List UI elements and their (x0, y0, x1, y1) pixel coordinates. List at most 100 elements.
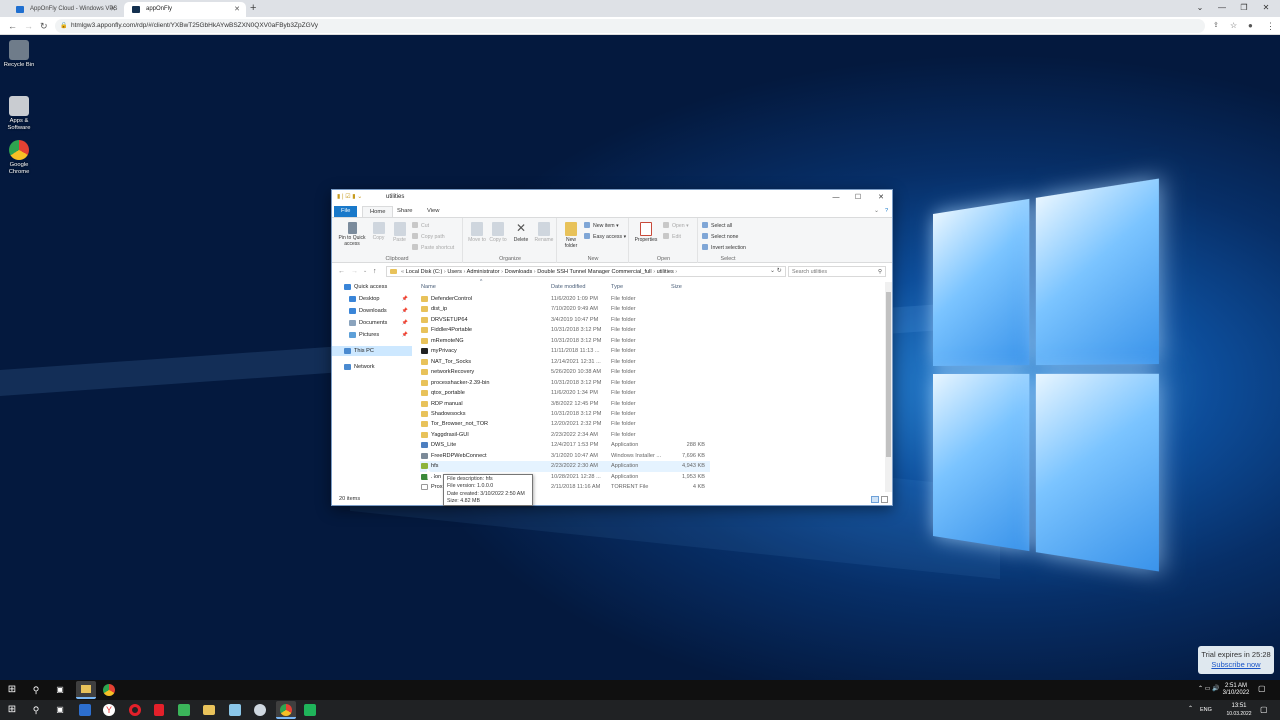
crumb-users[interactable]: Users (447, 269, 462, 275)
refresh-icon[interactable]: ⌄ ↻ (770, 264, 782, 279)
close-window-icon[interactable]: ✕ (1256, 0, 1276, 15)
tab-view[interactable]: View (420, 206, 446, 217)
column-header-date[interactable]: Date modified (551, 282, 586, 292)
file-row[interactable]: Yaggdrasil-GUI 2/23/2022 2:34 AM File fold… (420, 430, 710, 441)
chrome-taskbar-icon[interactable] (103, 684, 115, 696)
system-tray-icons[interactable]: ⌃ ▭ 🔊 (1198, 686, 1220, 693)
app-icon[interactable] (304, 704, 316, 716)
file-row[interactable]: DWS_Lite 12/4/2017 1:53 PM Application 288 … (420, 440, 710, 451)
share-icon[interactable]: ⇪ (1213, 18, 1219, 34)
minimize-icon[interactable]: — (1212, 0, 1232, 15)
browser-tab-apponfly[interactable]: appOnFly ✕ (124, 2, 246, 17)
file-row[interactable]: FreeRDPWebConnect 3/1/2020 10:47 AM Window… (420, 451, 710, 462)
scrollbar-thumb[interactable] (886, 292, 891, 457)
back-icon[interactable]: ← (8, 18, 17, 34)
recycle-bin-desktop-icon[interactable]: Recycle Bin (2, 40, 36, 69)
profile-icon[interactable]: ● (1248, 18, 1253, 34)
nav-item-desktop[interactable]: Desktop 📌 (332, 294, 412, 304)
chrome-taskbar-icon[interactable] (276, 701, 296, 719)
file-row[interactable]: Fiddler4Portable 10/31/2018 3:12 PM File f… (420, 325, 710, 336)
up-arrow-icon[interactable]: ↑ (373, 264, 377, 279)
start-icon[interactable]: ⊞ (5, 683, 19, 697)
copy-path-button[interactable]: Copy path (412, 233, 445, 241)
new-tab-icon[interactable]: + (250, 0, 256, 17)
tab-search-icon[interactable]: ⌄ (1190, 0, 1210, 15)
invert-selection-button[interactable]: Invert selection (702, 244, 746, 252)
maximize-icon[interactable]: ☐ (847, 190, 869, 205)
subscribe-link[interactable]: Subscribe now (1198, 660, 1274, 670)
vertical-scrollbar[interactable] (885, 282, 892, 492)
search-icon[interactable]: ⚲ (29, 683, 43, 697)
file-explorer-taskbar-icon[interactable] (76, 681, 96, 699)
copy-button[interactable]: Copy (370, 222, 387, 241)
nav-item-this-pc[interactable]: This PC (332, 346, 412, 356)
help-icon[interactable]: ? (878, 206, 895, 217)
new-item-button[interactable]: New item ▾ (584, 222, 619, 230)
file-row[interactable]: networkRecovery 5/26/2020 10:38 AM File fo… (420, 367, 710, 378)
tab-file[interactable]: File (334, 206, 358, 217)
forward-icon[interactable]: → (24, 18, 33, 34)
restore-icon[interactable]: ❐ (1234, 0, 1254, 15)
column-header-size[interactable]: Size (671, 282, 682, 292)
search-input[interactable]: Search utilities ⚲ (788, 266, 886, 277)
back-arrow-icon[interactable]: ← (338, 264, 345, 279)
large-icons-view-icon[interactable] (881, 496, 888, 503)
browser-tab-apponfly-cloud[interactable]: AppOnFly Cloud - Windows VPS ✕ (8, 2, 122, 17)
search-icon[interactable]: ⚲ (29, 703, 43, 717)
opera-icon[interactable] (129, 704, 141, 716)
column-header-type[interactable]: Type (611, 282, 623, 292)
breadcrumb[interactable]: « Local Disk (C:) › Users › Administrato… (386, 266, 786, 277)
file-row[interactable]: myPrivacy 11/11/2018 11:13 ... File folder (420, 346, 710, 357)
close-tab-icon[interactable]: ✕ (110, 2, 116, 17)
folder-icon[interactable] (203, 705, 215, 715)
file-row[interactable]: DRVSETUP64 3/4/2019 10:47 PM File folder (420, 315, 710, 326)
local-clock-date[interactable]: 10.03.2022 (1224, 711, 1254, 718)
crumb-utilities[interactable]: utilities (657, 269, 674, 275)
crumb-downloads[interactable]: Downloads (505, 269, 533, 275)
delete-button[interactable]: ✕ Delete (511, 222, 531, 244)
remote-clock-time[interactable]: 2:51 AM (1222, 683, 1250, 690)
chrome-desktop-icon[interactable]: Google Chrome (2, 140, 36, 176)
file-row[interactable]: NAT_Tor_Socks 12/14/2021 12:31 ... File fo… (420, 357, 710, 368)
file-row[interactable]: dist_ip 7/10/2020 9:49 AM File folder (420, 304, 710, 315)
file-row[interactable]: RDP manual 3/8/2022 12:45 PM File folder (420, 399, 710, 410)
tray-chevron-icon[interactable]: ⌃ (1188, 706, 1193, 713)
menu-icon[interactable]: ⋮ (1266, 18, 1275, 34)
tab-share[interactable]: Share (390, 206, 419, 217)
app-icon[interactable] (178, 704, 190, 716)
bookmark-star-icon[interactable]: ☆ (1230, 18, 1237, 34)
task-view-icon[interactable]: ▣ (53, 703, 67, 717)
reload-icon[interactable]: ↻ (40, 18, 48, 34)
details-view-icon[interactable] (871, 496, 879, 503)
paste-button[interactable]: Paste (390, 222, 409, 243)
local-clock-time[interactable]: 13:51 (1224, 703, 1254, 710)
close-icon[interactable]: ✕ (870, 190, 892, 205)
nav-item-downloads[interactable]: Downloads 📌 (332, 306, 412, 316)
close-tab-icon[interactable]: ✕ (234, 2, 240, 17)
crumb-administrator[interactable]: Administrator (467, 269, 500, 275)
start-icon[interactable]: ⊞ (5, 703, 19, 717)
yandex-icon[interactable]: Y (103, 704, 115, 716)
nav-item-pictures[interactable]: Pictures 📌 (332, 330, 412, 340)
properties-button[interactable]: Properties (632, 222, 660, 243)
column-header-name[interactable]: Name (421, 282, 436, 292)
quick-access-toolbar-icon[interactable]: ▮ | ☑ ▮ ⌄ (337, 193, 362, 200)
file-row[interactable]: hfs 2/23/2022 2:30 AM Application 4,943 KB (420, 461, 710, 472)
new-folder-button[interactable]: New folder (561, 222, 581, 249)
edit-button[interactable]: Edit (663, 233, 681, 241)
open-button[interactable]: Open ▾ (663, 222, 689, 230)
tab-home[interactable]: Home (362, 206, 394, 217)
nav-item-network[interactable]: Network (332, 362, 412, 372)
recent-locations-icon[interactable]: ⌄ (363, 264, 367, 279)
nav-item-quick-access[interactable]: Quick access (332, 282, 412, 292)
crumb-drive[interactable]: Local Disk (C:) (406, 269, 443, 275)
file-row[interactable]: qtox_portable 11/6/2020 1:34 PM File folde… (420, 388, 710, 399)
copy-to-button[interactable]: Copy to (489, 222, 507, 243)
apps-software-desktop-icon[interactable]: Apps & Software (2, 96, 36, 132)
select-none-button[interactable]: Select none (702, 233, 738, 241)
minimize-icon[interactable]: — (825, 190, 847, 205)
notifications-icon[interactable]: ▢ (1258, 685, 1266, 693)
easy-access-button[interactable]: Easy access ▾ (584, 233, 626, 241)
file-row[interactable]: Shadowsocks 10/31/2018 3:12 PM File folder (420, 409, 710, 420)
steam-icon[interactable] (254, 704, 266, 716)
